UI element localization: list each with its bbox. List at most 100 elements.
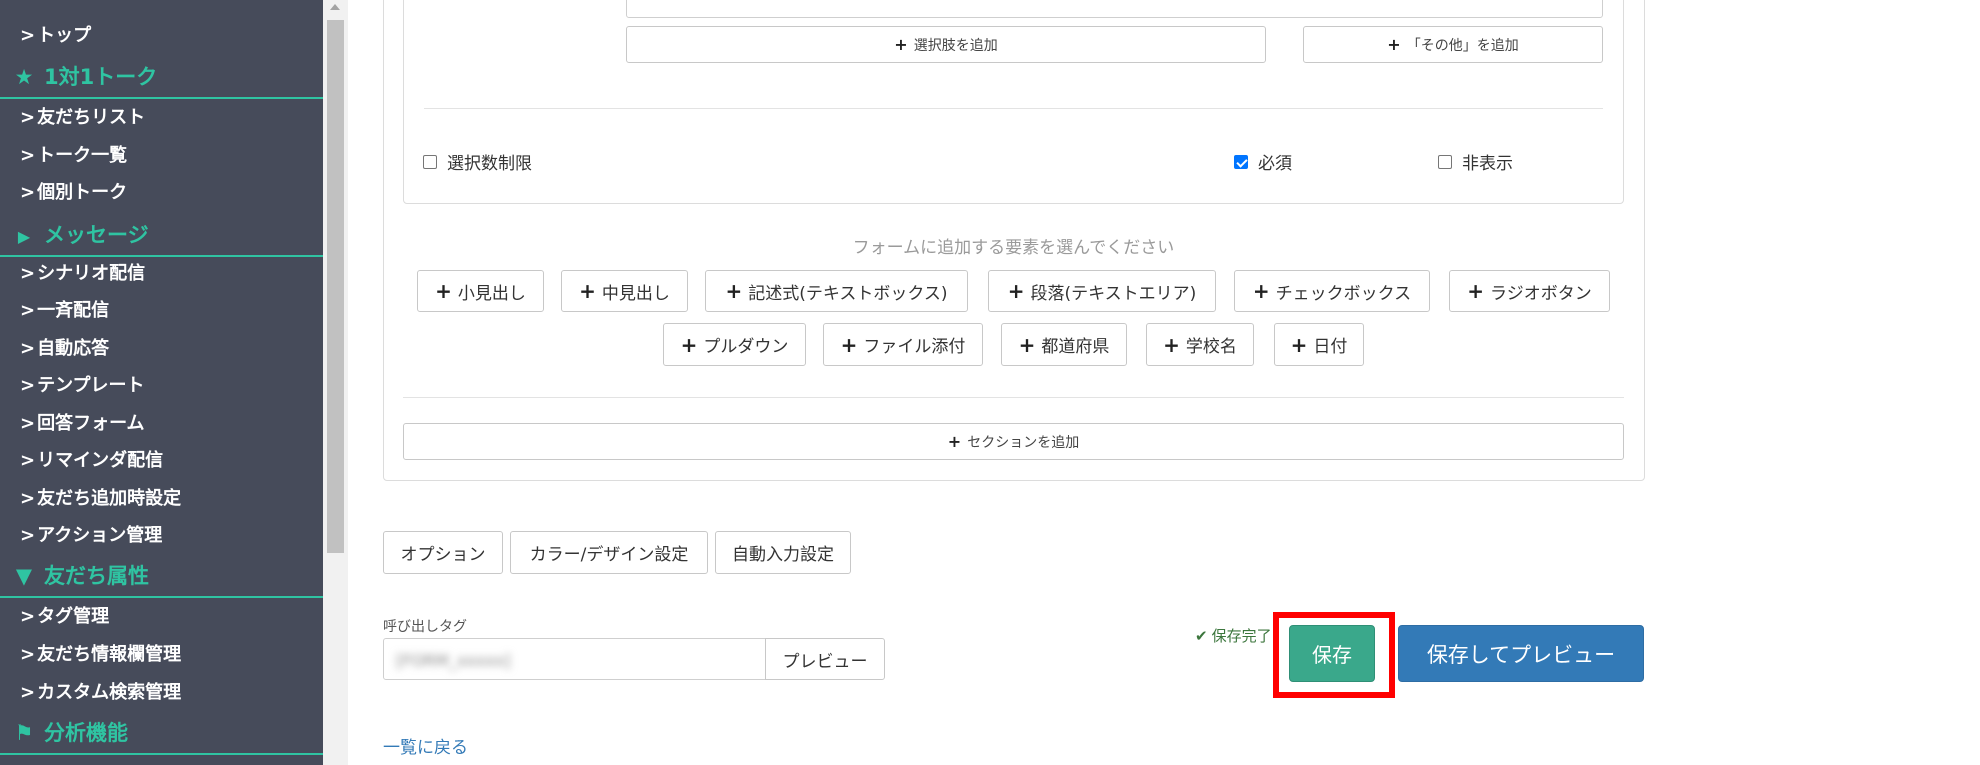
plus-icon: + xyxy=(894,34,908,54)
plus-icon: + xyxy=(1007,279,1025,303)
checkbox-box-checked[interactable] xyxy=(1234,154,1248,169)
checkbox-box[interactable] xyxy=(1438,154,1452,169)
sidebar-item-tag-management[interactable]: > タグ管理 xyxy=(20,602,109,632)
sidebar-section-label: 1対1トーク xyxy=(44,65,158,89)
card-divider xyxy=(424,108,1603,109)
flag-icon: ⚑ xyxy=(14,721,34,745)
add-school-name-button[interactable]: + 学校名 xyxy=(1146,323,1254,366)
sidebar-item-label: 友だち情報欄管理 xyxy=(37,644,182,665)
plus-icon: + xyxy=(1163,332,1180,357)
sidebar-item-answer-form[interactable]: > 回答フォーム xyxy=(20,409,145,439)
chevron-right-icon: > xyxy=(20,644,36,665)
checkbox-box[interactable] xyxy=(423,154,437,169)
plus-icon: + xyxy=(1467,279,1485,303)
limit-selection-checkbox[interactable]: 選択数制限 xyxy=(423,149,532,174)
sidebar-section-message[interactable]: ▶ メッセージ xyxy=(0,215,323,257)
sidebar-section-label: 分析機能 xyxy=(44,721,128,745)
check-icon: ✔ xyxy=(1195,627,1208,645)
star-icon: ★ xyxy=(14,65,34,89)
sidebar-scrollbar[interactable] xyxy=(323,0,348,765)
sidebar-section-friend-attributes[interactable]: ▼ 友だち属性 xyxy=(0,556,323,598)
required-label: 必須 xyxy=(1258,154,1292,174)
button-label: 都道府県 xyxy=(1041,337,1110,357)
filter-icon: ▼ xyxy=(15,564,33,588)
button-label: 中見出し xyxy=(601,283,670,304)
sidebar-section-analytics[interactable]: ⚑ 分析機能 xyxy=(0,713,323,755)
plus-icon: + xyxy=(435,279,452,303)
button-label: チェックボックス xyxy=(1275,283,1412,304)
plus-icon: + xyxy=(1290,332,1308,357)
sidebar-item-friend-add-settings[interactable]: > 友だち追加時設定 xyxy=(20,484,181,514)
sidebar-item-talk-list[interactable]: > トーク一覧 xyxy=(20,141,127,171)
hidden-label: 非表示 xyxy=(1462,154,1513,174)
chevron-right-icon: > xyxy=(20,375,36,396)
call-tag-preview-button[interactable]: プレビュー xyxy=(765,638,885,680)
add-other-button[interactable]: + 「その他」を追加 xyxy=(1303,26,1603,63)
plus-icon: + xyxy=(840,332,858,357)
required-checkbox[interactable]: 必須 xyxy=(1234,149,1292,174)
add-medium-heading-button[interactable]: + 中見出し xyxy=(561,270,688,312)
option-text-input[interactable] xyxy=(626,0,1603,18)
add-textbox-button[interactable]: + 記述式(テキストボックス) xyxy=(705,270,968,312)
add-radio-button[interactable]: + ラジオボタン xyxy=(1449,270,1610,312)
sidebar-item-template[interactable]: > テンプレート xyxy=(20,371,145,401)
add-textarea-button[interactable]: + 段落(テキストエリア) xyxy=(988,270,1216,312)
button-label: ラジオボタン xyxy=(1490,283,1592,304)
add-option-button[interactable]: + 選択肢を追加 xyxy=(626,26,1266,63)
sidebar-item-label: アクション管理 xyxy=(37,525,163,546)
chevron-right-icon: > xyxy=(20,606,36,627)
add-date-button[interactable]: + 日付 xyxy=(1274,323,1364,366)
sidebar-item-broadcast[interactable]: > 一斉配信 xyxy=(20,296,109,326)
add-section-button[interactable]: + セクションを追加 xyxy=(403,423,1624,460)
chevron-right-icon: > xyxy=(20,682,36,703)
chevron-right-icon: > xyxy=(20,525,36,546)
tab-options[interactable]: オプション xyxy=(383,531,503,574)
plus-icon: + xyxy=(1252,279,1270,303)
sidebar-item-friend-list[interactable]: > 友だちリスト xyxy=(20,103,145,133)
back-to-list-link[interactable]: 一覧に戻る xyxy=(383,733,468,758)
add-option-label: 選択肢を追加 xyxy=(913,37,998,54)
sidebar-section-label: 友だち属性 xyxy=(44,564,149,588)
limit-selection-label: 選択数制限 xyxy=(447,154,532,174)
element-picker-hint: フォームに追加する要素を選んでください xyxy=(852,238,1175,258)
scroll-up-arrow-icon[interactable] xyxy=(330,4,340,10)
sidebar-item-action-management[interactable]: > アクション管理 xyxy=(20,521,162,551)
add-small-heading-button[interactable]: + 小見出し xyxy=(417,270,544,312)
add-dropdown-button[interactable]: + プルダウン xyxy=(663,323,806,366)
hidden-checkbox[interactable]: 非表示 xyxy=(1438,149,1513,174)
sidebar-item-friend-info-fields[interactable]: > 友だち情報欄管理 xyxy=(20,640,181,670)
sidebar-item-individual-talk[interactable]: > 個別トーク xyxy=(20,178,127,208)
chevron-right-icon: > xyxy=(20,263,36,284)
chevron-right-icon: > xyxy=(20,145,36,166)
tab-label: 自動入力設定 xyxy=(732,545,834,565)
sidebar-item-scenario[interactable]: > シナリオ配信 xyxy=(20,259,145,289)
megaphone-icon: ▶ xyxy=(17,227,31,246)
preview-label: プレビュー xyxy=(782,651,868,672)
chevron-right-icon: > xyxy=(20,413,36,434)
chevron-right-icon: > xyxy=(20,182,36,203)
tab-label: カラー/デザイン設定 xyxy=(529,545,689,565)
call-tag-input[interactable]: [FORM_xxxxx] xyxy=(383,638,766,680)
sidebar-item-top[interactable]: > トップ xyxy=(20,21,91,51)
sidebar-item-label: タグ管理 xyxy=(37,606,110,627)
chevron-right-icon: > xyxy=(20,488,36,509)
tab-auto-input[interactable]: 自動入力設定 xyxy=(715,531,851,574)
plus-icon: + xyxy=(1387,34,1401,54)
add-checkbox-button[interactable]: + チェックボックス xyxy=(1234,270,1430,312)
sidebar-item-custom-search[interactable]: > カスタム検索管理 xyxy=(20,678,181,708)
add-file-attachment-button[interactable]: + ファイル添付 xyxy=(823,323,983,366)
sidebar-section-one-on-one[interactable]: ★ 1対1トーク xyxy=(0,57,323,99)
sidebar-item-auto-reply[interactable]: > 自動応答 xyxy=(20,334,109,364)
sidebar-item-label: 友だち追加時設定 xyxy=(37,488,182,509)
plus-icon: + xyxy=(1018,332,1036,357)
button-label: 学校名 xyxy=(1185,337,1237,357)
chevron-right-icon: > xyxy=(20,25,36,46)
save-and-preview-button[interactable]: 保存してプレビュー xyxy=(1398,625,1644,682)
sidebar-item-label: 友だちリスト xyxy=(37,107,146,128)
add-prefecture-button[interactable]: + 都道府県 xyxy=(1001,323,1127,366)
tab-color-design[interactable]: カラー/デザイン設定 xyxy=(510,531,708,574)
button-label: プルダウン xyxy=(703,337,789,357)
scrollbar-thumb[interactable] xyxy=(327,20,344,553)
sidebar-item-reminder[interactable]: > リマインダ配信 xyxy=(20,446,163,476)
chevron-right-icon: > xyxy=(20,300,36,321)
